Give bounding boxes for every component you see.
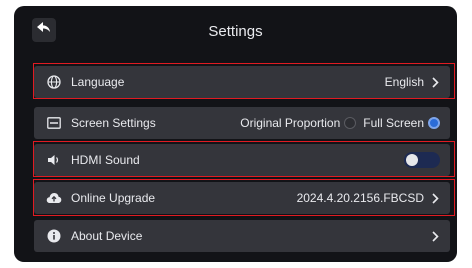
original-proportion-option[interactable]: Original Proportion bbox=[240, 116, 361, 130]
globe-icon bbox=[46, 74, 62, 90]
full-screen-label: Full Screen bbox=[363, 116, 424, 130]
screen-settings-label: Screen Settings bbox=[71, 116, 156, 130]
page-title: Settings bbox=[208, 23, 263, 40]
toggle-knob bbox=[406, 154, 418, 166]
about-device-label: About Device bbox=[71, 229, 143, 243]
screen-settings-row: Screen Settings Original Proportion Full… bbox=[34, 107, 450, 139]
speaker-icon bbox=[46, 152, 62, 168]
chevron-right-icon bbox=[430, 76, 440, 88]
firmware-version: 2024.4.20.2156.FBCSD bbox=[296, 191, 424, 205]
cloud-upload-icon bbox=[46, 190, 62, 206]
header: Settings bbox=[14, 6, 457, 56]
hdmi-sound-label: HDMI Sound bbox=[71, 153, 140, 167]
language-value: English bbox=[384, 75, 424, 89]
online-upgrade-row[interactable]: Online Upgrade 2024.4.20.2156.FBCSD bbox=[34, 182, 450, 214]
original-proportion-label: Original Proportion bbox=[240, 116, 341, 130]
about-device-row[interactable]: About Device bbox=[34, 220, 450, 252]
hdmi-sound-row: HDMI Sound bbox=[34, 144, 450, 176]
chevron-right-icon bbox=[430, 192, 440, 204]
info-icon bbox=[46, 228, 62, 244]
settings-screen: Settings Language English Screen Setting bbox=[14, 6, 457, 262]
online-upgrade-label: Online Upgrade bbox=[71, 191, 156, 205]
screen-icon bbox=[46, 115, 62, 131]
full-screen-radio[interactable] bbox=[428, 117, 440, 129]
original-proportion-radio[interactable] bbox=[344, 117, 357, 129]
language-label: Language bbox=[71, 75, 125, 89]
hdmi-sound-toggle[interactable] bbox=[404, 152, 440, 168]
chevron-right-icon bbox=[430, 230, 440, 242]
full-screen-option[interactable]: Full Screen bbox=[363, 116, 440, 130]
language-row[interactable]: Language English bbox=[34, 66, 450, 98]
